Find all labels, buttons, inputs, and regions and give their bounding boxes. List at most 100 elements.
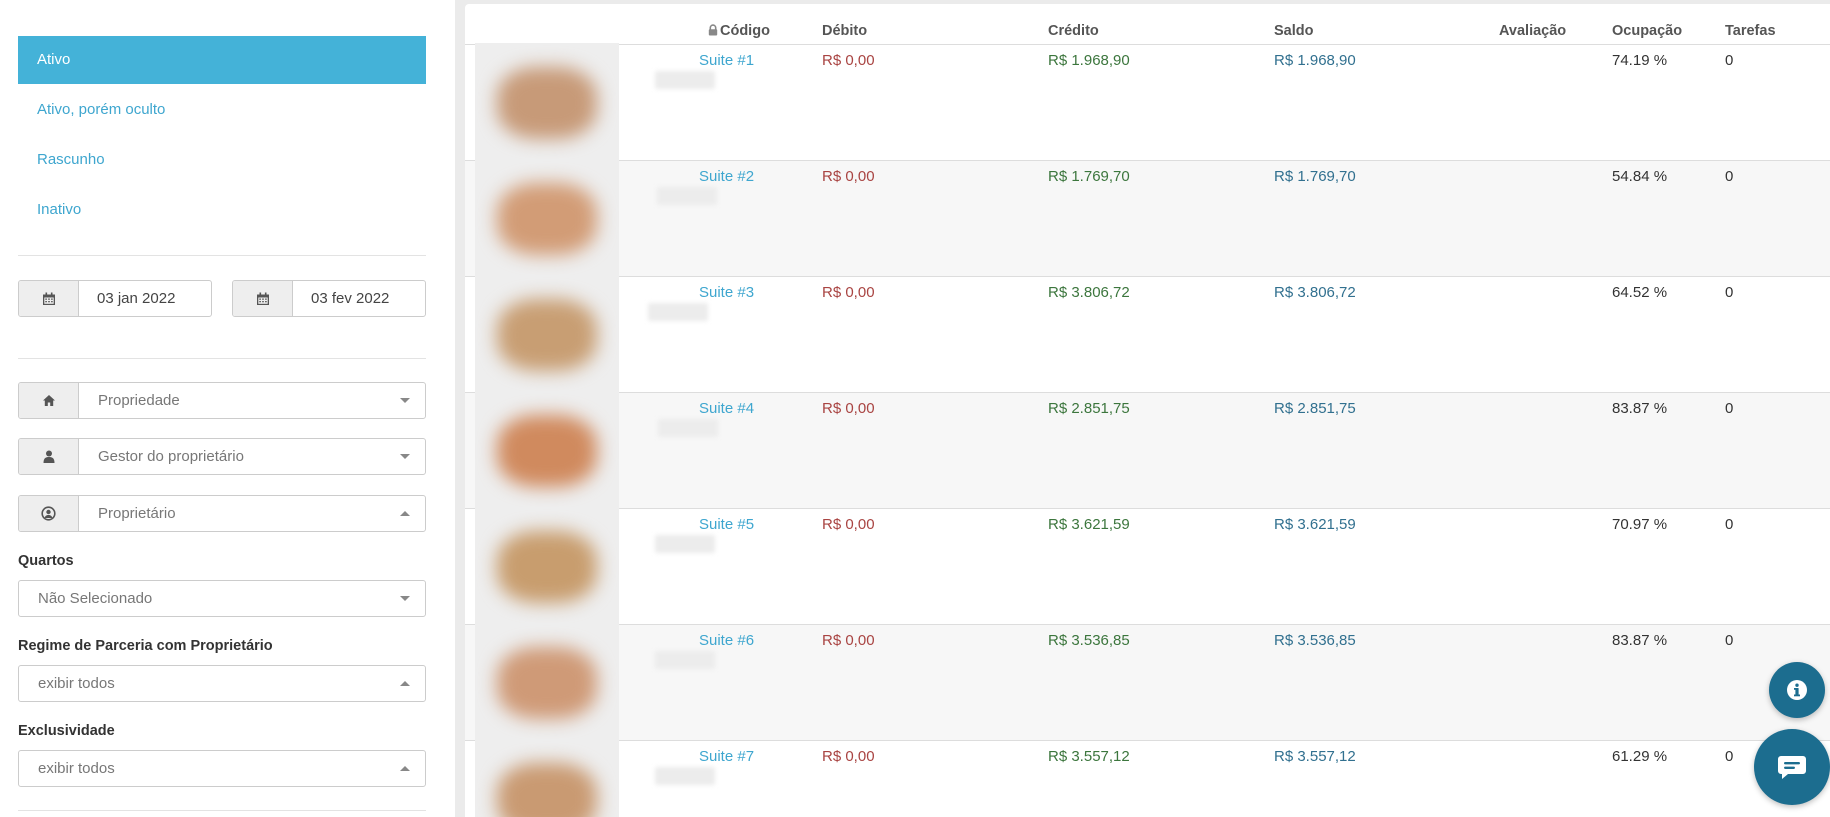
listing-subtitle-blurred [657,187,717,205]
credit-value: R$ 3.536,85 [1048,632,1130,649]
table-row[interactable]: Suite #5 R$ 0,00 R$ 3.621,59 R$ 3.621,59 70.… [465,507,1830,625]
info-button[interactable] [1769,662,1825,718]
table-row[interactable]: Suite #6 R$ 0,00 R$ 3.536,85 R$ 3.536,85 83.… [465,623,1830,741]
thumbnail-image [497,183,597,255]
tasks-value: 0 [1725,632,1734,649]
occupancy-value: 83.87 % [1612,632,1668,649]
partnership-select-value: exibir todos [38,675,115,692]
home-icon [19,383,79,418]
property-select-placeholder: Propriedade [98,392,180,409]
debit-value: R$ 0,00 [822,632,875,649]
lock-icon [708,24,718,36]
thumbnail-image [497,299,597,371]
listing-thumbnail[interactable] [475,43,619,159]
balance-value: R$ 2.851,75 [1274,400,1356,417]
table-row[interactable]: Suite #1 R$ 0,00 R$ 1.968,90 R$ 1.968,90 74.… [465,43,1830,161]
date-from-field[interactable]: 03 jan 2022 [18,280,212,317]
user-icon [19,439,79,474]
occupancy-value: 83.87 % [1612,400,1668,417]
listing-code-link[interactable]: Suite #6 [699,632,754,649]
table-row[interactable]: Suite #7 R$ 0,00 R$ 3.557,12 R$ 3.557,12 61.… [465,739,1830,817]
exclusivity-label: Exclusividade [18,723,115,739]
table-row[interactable]: Suite #4 R$ 0,00 R$ 2.851,75 R$ 2.851,75 83.… [465,391,1830,509]
tasks-value: 0 [1725,52,1734,69]
col-credit-header[interactable]: Crédito [1048,23,1099,39]
col-tasks-header[interactable]: Tarefas [1725,23,1776,39]
status-list: Ativo Ativo, porém oculto Rascunho Inati… [18,36,426,236]
balance-value: R$ 1.769,70 [1274,168,1356,185]
rooms-select[interactable]: Não Selecionado [18,580,426,617]
listing-code-link[interactable]: Suite #4 [699,400,754,417]
col-code-header[interactable]: Código [708,23,770,39]
balance-value: R$ 3.536,85 [1274,632,1356,649]
status-item-ativo-oculto[interactable]: Ativo, porém oculto [18,86,426,134]
divider [18,358,426,359]
col-balance-header[interactable]: Saldo [1274,23,1313,39]
listing-thumbnail[interactable] [475,275,619,391]
listing-thumbnail[interactable] [475,507,619,623]
listing-subtitle-blurred [655,535,715,553]
rooms-select-value: Não Selecionado [38,590,153,607]
partnership-select[interactable]: exibir todos [18,665,426,702]
occupancy-value: 74.19 % [1612,52,1668,69]
debit-value: R$ 0,00 [822,400,875,417]
owner-select-placeholder: Proprietário [98,505,176,522]
chat-button[interactable] [1754,729,1830,805]
listing-subtitle-blurred [648,303,708,321]
col-rating-header[interactable]: Avaliação [1499,23,1566,39]
listing-code-link[interactable]: Suite #3 [699,284,754,301]
tasks-value: 0 [1725,748,1734,765]
listing-thumbnail[interactable] [475,159,619,275]
listing-thumbnail[interactable] [475,391,619,507]
credit-value: R$ 3.621,59 [1048,516,1130,533]
calendar-icon [19,281,79,316]
debit-value: R$ 0,00 [822,516,875,533]
listing-thumbnail[interactable] [475,739,619,817]
status-item-rascunho[interactable]: Rascunho [18,136,426,184]
thumbnail-image [497,67,597,139]
table-row[interactable]: Suite #3 R$ 0,00 R$ 3.806,72 R$ 3.806,72 64.… [465,275,1830,393]
tasks-value: 0 [1725,284,1734,301]
tasks-value: 0 [1725,400,1734,417]
occupancy-value: 54.84 % [1612,168,1668,185]
date-to-field[interactable]: 03 fev 2022 [232,280,426,317]
credit-value: R$ 1.769,70 [1048,168,1130,185]
status-item-ativo[interactable]: Ativo [18,36,426,84]
user-circle-icon [19,496,79,531]
thumbnail-image [497,763,597,817]
credit-value: R$ 3.557,12 [1048,748,1130,765]
listing-code-link[interactable]: Suite #5 [699,516,754,533]
property-select[interactable]: Propriedade [18,382,426,419]
chevron-up-icon [385,666,425,701]
date-from-value[interactable]: 03 jan 2022 [79,281,211,316]
status-item-inativo[interactable]: Inativo [18,186,426,234]
calendar-icon [233,281,293,316]
chat-icon [1778,756,1806,779]
chevron-down-icon [385,383,425,418]
chevron-down-icon [385,581,425,616]
owner-select[interactable]: Proprietário [18,495,426,532]
debit-value: R$ 0,00 [822,284,875,301]
listing-code-link[interactable]: Suite #1 [699,52,754,69]
debit-value: R$ 0,00 [822,168,875,185]
owner-manager-select[interactable]: Gestor do proprietário [18,438,426,475]
balance-value: R$ 3.621,59 [1274,516,1356,533]
col-debit-header[interactable]: Débito [822,23,867,39]
table-row[interactable]: Suite #2 R$ 0,00 R$ 1.769,70 R$ 1.769,70 54.… [465,159,1830,277]
balance-value: R$ 3.557,12 [1274,748,1356,765]
debit-value: R$ 0,00 [822,748,875,765]
col-occupancy-header[interactable]: Ocupação [1612,23,1682,39]
listing-thumbnail[interactable] [475,623,619,739]
listing-subtitle-blurred [655,71,715,89]
listing-code-link[interactable]: Suite #2 [699,168,754,185]
credit-value: R$ 2.851,75 [1048,400,1130,417]
exclusivity-select[interactable]: exibir todos [18,750,426,787]
listing-code-link[interactable]: Suite #7 [699,748,754,765]
tasks-value: 0 [1725,168,1734,185]
debit-value: R$ 0,00 [822,52,875,69]
date-to-value[interactable]: 03 fev 2022 [293,281,425,316]
listing-subtitle-blurred [655,651,715,669]
occupancy-value: 61.29 % [1612,748,1668,765]
credit-value: R$ 1.968,90 [1048,52,1130,69]
occupancy-value: 64.52 % [1612,284,1668,301]
